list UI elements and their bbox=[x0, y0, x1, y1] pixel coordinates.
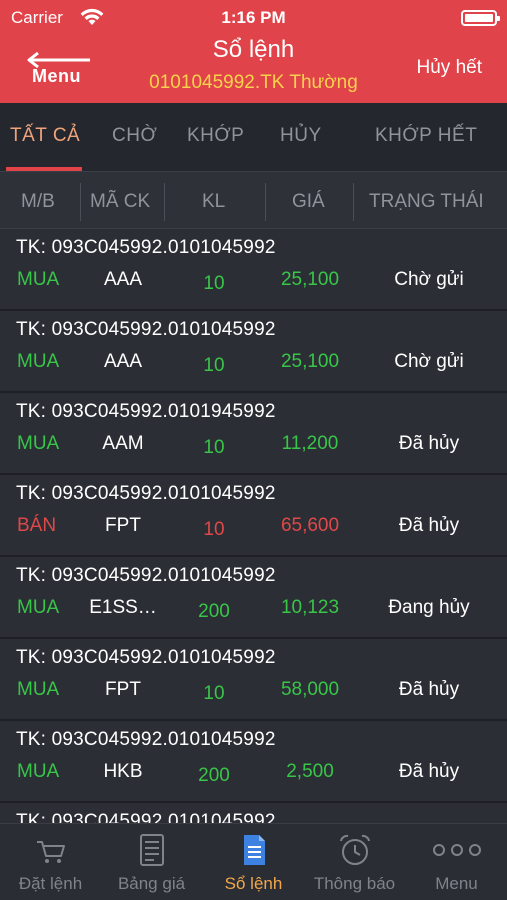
order-account: TK: 093C045992.0101045992 bbox=[16, 565, 276, 586]
alarm-clock-icon bbox=[339, 834, 370, 865]
tab-pending[interactable]: CHỜ bbox=[112, 125, 157, 147]
order-symbol: FPT bbox=[105, 515, 141, 536]
col-side: M/B bbox=[21, 191, 55, 212]
order-row[interactable]: TK: 093C045992.0101045992 MUA FPT 10 58,… bbox=[0, 639, 507, 721]
clock: 1:16 PM bbox=[221, 8, 286, 27]
order-row[interactable]: TK: 093C045992.0101045992 MUA AAA 10 25,… bbox=[0, 229, 507, 311]
column-divider bbox=[80, 183, 81, 221]
tab-matched[interactable]: KHỚP bbox=[187, 125, 244, 147]
order-side: MUA bbox=[17, 269, 60, 290]
column-divider bbox=[164, 183, 165, 221]
order-symbol: E1SS… bbox=[89, 597, 157, 618]
col-symbol: MÃ CK bbox=[90, 191, 151, 212]
status-bar: Carrier 1:16 PM bbox=[0, 0, 507, 36]
order-status: Chờ gửi bbox=[394, 351, 464, 372]
order-row[interactable]: TK: 093C045992.0101045992 MUA AAA 10 25,… bbox=[0, 311, 507, 393]
column-divider bbox=[265, 183, 266, 221]
price-board-icon bbox=[139, 834, 164, 866]
order-price: 2,500 bbox=[286, 761, 334, 782]
order-status: Đã hủy bbox=[398, 515, 460, 536]
bottom-tab-price-board[interactable]: Bảng giá bbox=[101, 824, 202, 900]
order-row[interactable]: TK: 093C045992.0101045992 MUA HKB 200 2,… bbox=[0, 721, 507, 803]
order-status: Chờ gửi bbox=[394, 269, 464, 290]
order-quantity: 10 bbox=[203, 519, 225, 540]
order-account: TK: 093C045992.0101045992 bbox=[16, 647, 276, 668]
order-price: 10,123 bbox=[280, 597, 340, 618]
order-symbol: AAA bbox=[103, 269, 143, 290]
order-quantity: 10 bbox=[203, 683, 225, 704]
bottom-tab-label: Menu bbox=[435, 874, 478, 893]
order-row[interactable]: TK: 093C045992.0101045992 BÁN FPT 10 65,… bbox=[0, 475, 507, 557]
order-symbol: FPT bbox=[105, 679, 141, 700]
order-account: TK: 093C045992.0101045992 bbox=[16, 811, 276, 823]
order-account: TK: 093C045992.0101045992 bbox=[16, 729, 276, 750]
order-status: Đang hủy bbox=[388, 597, 470, 618]
bottom-tab-bar: Đặt lệnh Bảng giá Sổ lệnh Thông báo Menu bbox=[0, 823, 507, 900]
order-row[interactable]: TK: 093C045992.0101945992 MUA AAM 10 11,… bbox=[0, 393, 507, 475]
order-account: TK: 093C045992.0101045992 bbox=[16, 319, 276, 340]
tab-all[interactable]: TẤT CẢ bbox=[10, 125, 80, 147]
col-status: TRẠNG THÁI bbox=[369, 191, 484, 212]
order-status: Đã hủy bbox=[398, 433, 460, 454]
order-side: MUA bbox=[17, 597, 60, 618]
bottom-tab-label: Bảng giá bbox=[117, 874, 186, 893]
order-side: BÁN bbox=[17, 515, 57, 536]
order-status: Đã hủy bbox=[398, 761, 460, 782]
order-list[interactable]: TK: 093C045992.0101045992 MUA AAA 10 25,… bbox=[0, 229, 507, 823]
cart-icon bbox=[36, 841, 65, 863]
col-price: GIÁ bbox=[292, 191, 325, 212]
bottom-tab-label: Đặt lệnh bbox=[18, 874, 83, 893]
bottom-tab-notifications[interactable]: Thông báo bbox=[304, 824, 405, 900]
order-quantity: 200 bbox=[198, 601, 230, 622]
order-side: MUA bbox=[17, 679, 60, 700]
header-bar: Carrier 1:16 PM Menu Sổ lệnh 0101045992.… bbox=[0, 0, 507, 103]
order-price: 65,600 bbox=[280, 515, 340, 536]
col-quantity: KL bbox=[202, 191, 226, 212]
column-headers: M/B MÃ CK KL GIÁ TRẠNG THÁI bbox=[0, 171, 507, 229]
battery-icon bbox=[461, 10, 500, 26]
order-symbol: HKB bbox=[103, 761, 143, 782]
column-divider bbox=[353, 183, 354, 221]
order-price: 58,000 bbox=[280, 679, 340, 700]
order-quantity: 10 bbox=[203, 273, 225, 294]
bottom-tab-label: Thông báo bbox=[313, 874, 396, 893]
order-account: TK: 093C045992.0101045992 bbox=[16, 483, 276, 504]
order-price: 25,100 bbox=[280, 269, 340, 290]
order-price: 25,100 bbox=[280, 351, 340, 372]
order-row[interactable]: TK: 093C045992.0101045992 bbox=[0, 803, 507, 823]
bottom-tab-order-book[interactable]: Sổ lệnh bbox=[203, 824, 304, 900]
order-side: MUA bbox=[17, 433, 60, 454]
order-side: MUA bbox=[17, 761, 60, 782]
order-account: TK: 093C045992.0101045992 bbox=[16, 237, 276, 258]
order-row[interactable]: TK: 093C045992.0101045992 MUA E1SS… 200 … bbox=[0, 557, 507, 639]
cancel-all-button[interactable]: Hủy hết bbox=[417, 57, 482, 79]
bottom-tab-menu[interactable]: Menu bbox=[406, 824, 507, 900]
order-symbol: AAM bbox=[102, 433, 144, 454]
tab-fully-matched[interactable]: KHỚP HẾT bbox=[375, 125, 477, 147]
filter-tabs: TẤT CẢ CHỜ KHỚP HỦY KHỚP HẾT bbox=[0, 103, 507, 171]
bottom-tab-place-order[interactable]: Đặt lệnh bbox=[0, 824, 101, 900]
order-quantity: 10 bbox=[203, 355, 225, 376]
order-account: TK: 093C045992.0101945992 bbox=[16, 401, 276, 422]
more-icon bbox=[432, 844, 481, 856]
order-book-icon bbox=[243, 835, 265, 865]
order-quantity: 200 bbox=[198, 765, 230, 786]
order-price: 11,200 bbox=[281, 433, 339, 454]
order-side: MUA bbox=[17, 351, 60, 372]
order-status: Đã hủy bbox=[398, 679, 460, 700]
order-symbol: AAA bbox=[103, 351, 143, 372]
order-quantity: 10 bbox=[203, 437, 225, 458]
bottom-tab-label: Sổ lệnh bbox=[224, 874, 283, 893]
tab-cancelled[interactable]: HỦY bbox=[280, 125, 322, 147]
